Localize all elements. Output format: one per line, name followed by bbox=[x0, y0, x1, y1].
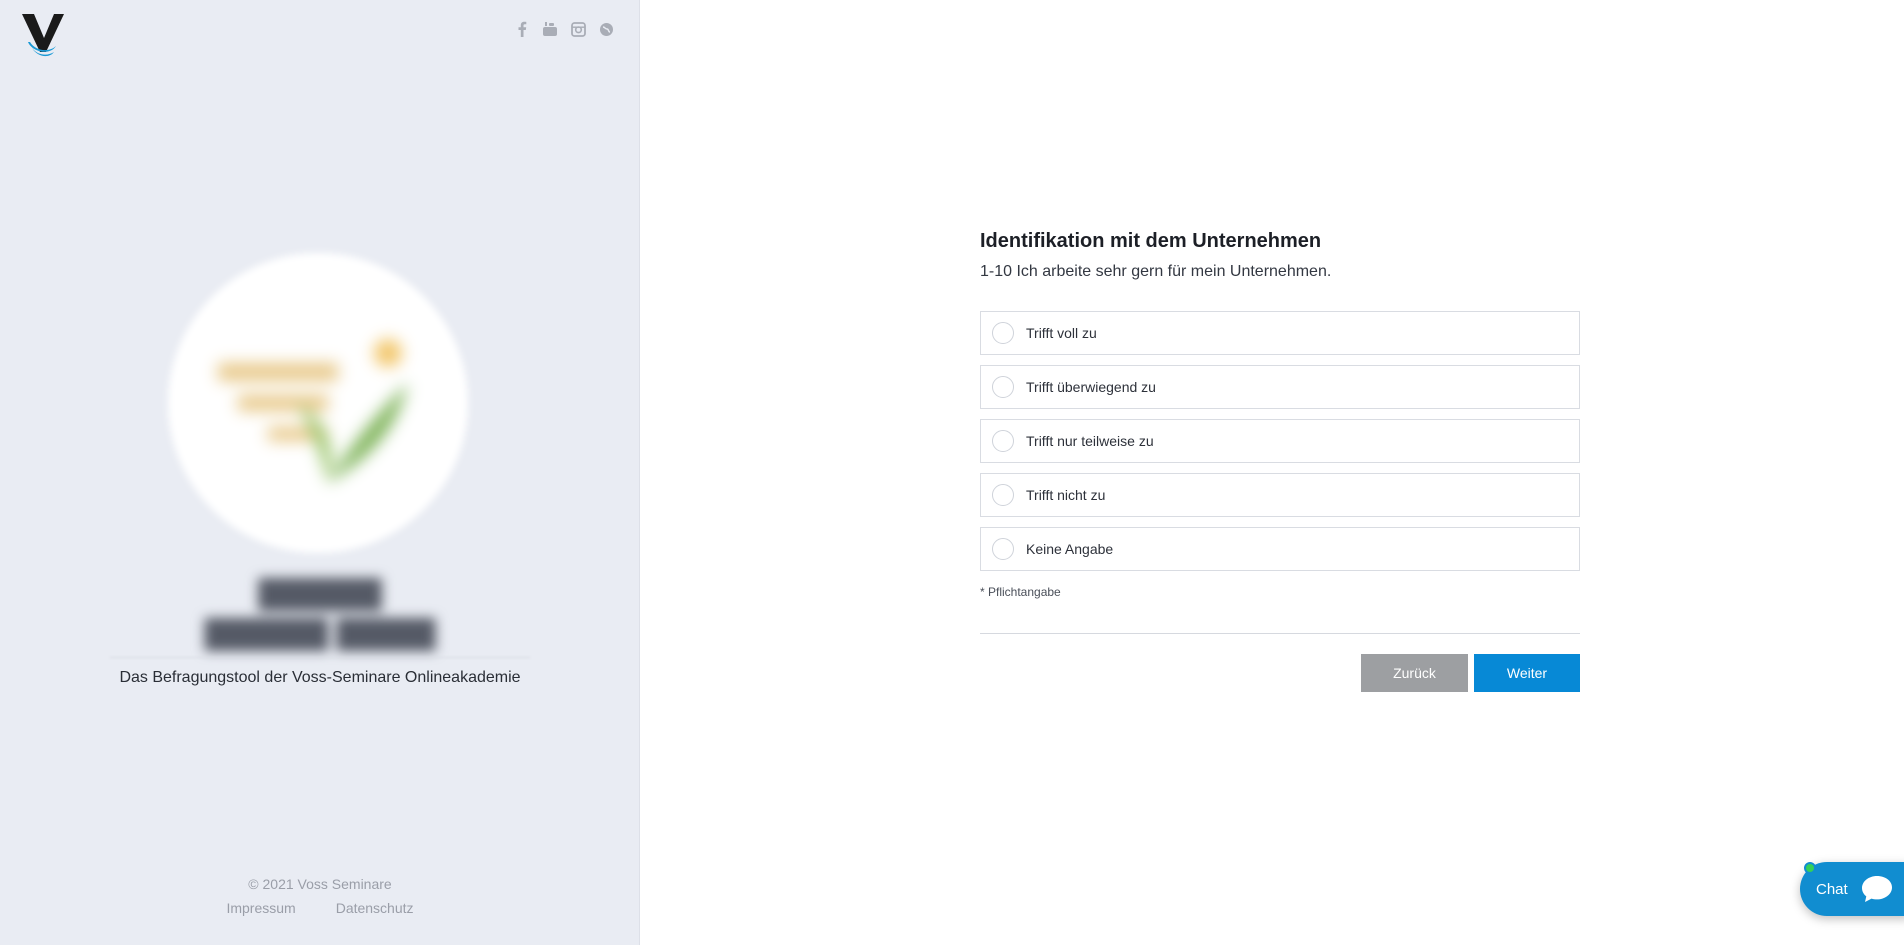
instagram-icon[interactable] bbox=[569, 20, 587, 38]
blurred-survey-title: ▇▇▇▇▇ ▇▇▇▇▇ ▇▇▇▇ bbox=[204, 574, 436, 650]
chat-label: Chat bbox=[1816, 880, 1848, 898]
facebook-icon[interactable] bbox=[513, 20, 531, 38]
back-button[interactable]: Zurück bbox=[1361, 654, 1468, 692]
radio-button[interactable] bbox=[992, 376, 1014, 398]
survey-divider bbox=[980, 633, 1580, 634]
answer-option-trifft-nur-teilweise-zu[interactable]: Trifft nur teilweise zu bbox=[980, 419, 1580, 463]
online-status-dot bbox=[1804, 862, 1816, 874]
copyright-text: © 2021 Voss Seminare bbox=[248, 876, 392, 892]
survey-artwork-icon bbox=[218, 339, 408, 483]
survey-question-panel: Identifikation mit dem Unternehmen 1-10 … bbox=[980, 230, 1580, 692]
answer-option-label: Keine Angabe bbox=[1026, 541, 1114, 557]
answer-option-label: Trifft nur teilweise zu bbox=[1026, 433, 1154, 449]
next-button[interactable]: Weiter bbox=[1474, 654, 1580, 692]
answer-option-trifft-ueberwiegend-zu[interactable]: Trifft überwiegend zu bbox=[980, 365, 1580, 409]
chat-bubble-icon bbox=[1861, 876, 1892, 902]
answer-option-trifft-nicht-zu[interactable]: Trifft nicht zu bbox=[980, 473, 1580, 517]
tagline: Das Befragungstool der Voss-Seminare Onl… bbox=[119, 669, 521, 686]
question-group-title: Identifikation mit dem Unternehmen bbox=[980, 230, 1322, 252]
youtube-icon[interactable] bbox=[541, 20, 559, 38]
radio-button[interactable] bbox=[992, 538, 1014, 560]
radio-button[interactable] bbox=[992, 484, 1014, 506]
radio-button[interactable] bbox=[992, 430, 1014, 452]
sidebar: ▇▇▇▇▇ ▇▇▇▇▇ ▇▇▇▇ Das Befragungstool der V… bbox=[0, 0, 640, 945]
datenschutz-link[interactable]: Datenschutz bbox=[336, 900, 414, 916]
answer-option-label: Trifft nicht zu bbox=[1026, 487, 1106, 503]
answer-option-label: Trifft voll zu bbox=[1026, 325, 1097, 341]
globe-icon[interactable] bbox=[597, 20, 615, 38]
footer-links: Impressum Datenschutz bbox=[0, 900, 640, 916]
answer-option-keine-angabe[interactable]: Keine Angabe bbox=[980, 527, 1580, 571]
sidebar-divider bbox=[110, 657, 530, 658]
question-text: 1-10 Ich arbeite sehr gern für mein Unte… bbox=[980, 263, 1332, 280]
answer-option-trifft-voll-zu[interactable]: Trifft voll zu bbox=[980, 311, 1580, 355]
answer-option-label: Trifft überwiegend zu bbox=[1026, 379, 1156, 395]
required-note: * Pflichtangabe bbox=[980, 585, 1061, 599]
survey-navigation: Zurück Weiter bbox=[980, 654, 1580, 692]
chat-widget-button[interactable]: Chat bbox=[1800, 862, 1904, 916]
brand-logo-icon[interactable] bbox=[20, 12, 66, 60]
social-links bbox=[513, 20, 615, 38]
impressum-link[interactable]: Impressum bbox=[226, 900, 295, 916]
radio-button[interactable] bbox=[992, 322, 1014, 344]
blurred-survey-image bbox=[168, 253, 468, 553]
answer-options: Trifft voll zu Trifft überwiegend zu Tri… bbox=[980, 311, 1580, 571]
